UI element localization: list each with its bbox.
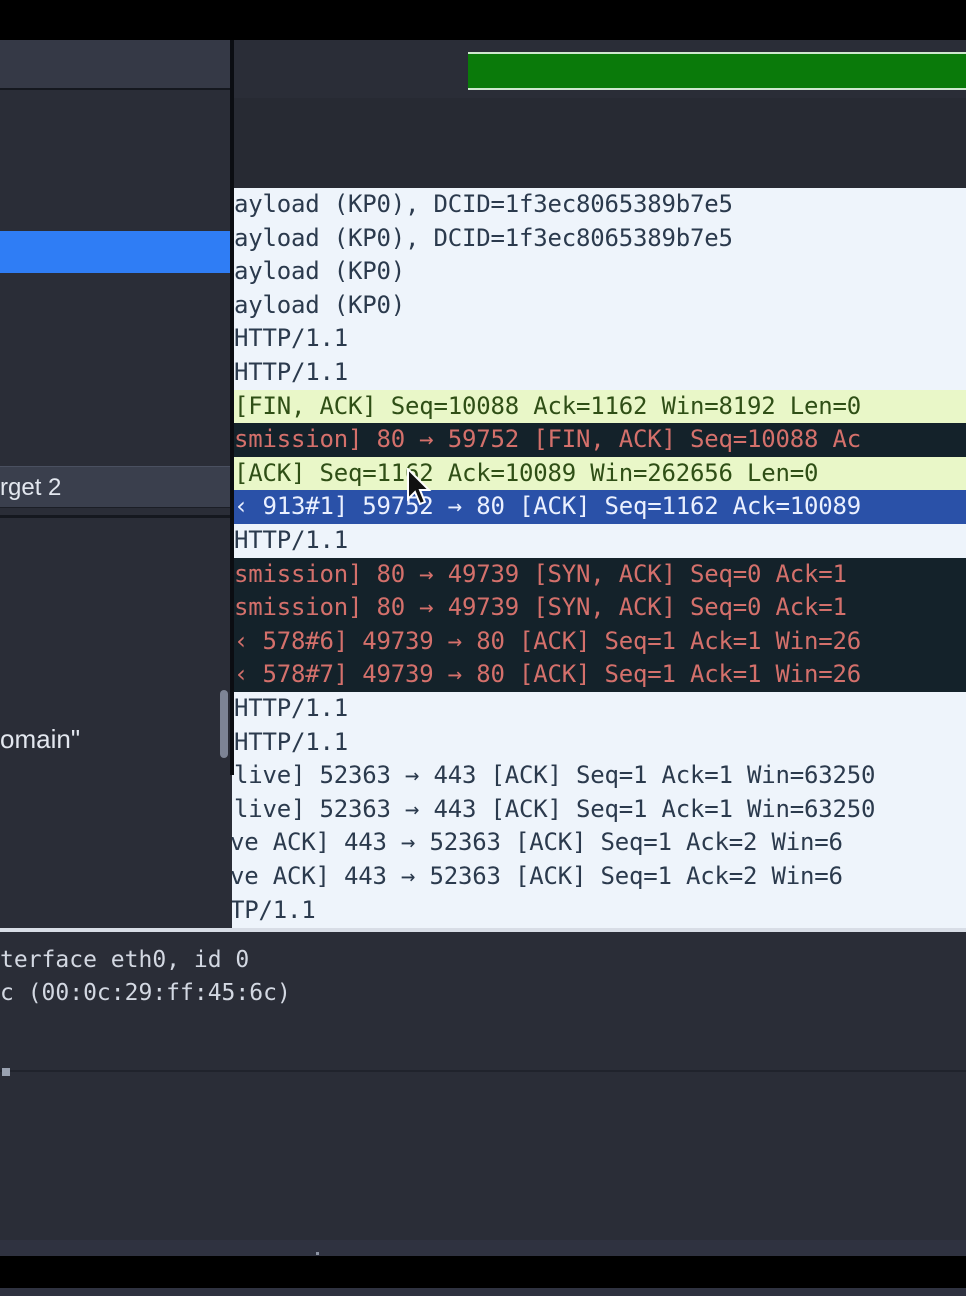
collapse-caret-icon[interactable] — [2, 1068, 10, 1076]
packet-row[interactable]: HTTP/1.1 — [232, 691, 966, 726]
column-header-row — [232, 152, 966, 182]
menu-item-0[interactable] — [0, 90, 232, 132]
packet-row[interactable]: HTTP/1.1 — [232, 523, 966, 558]
packet-list-column-headers[interactable] — [232, 98, 966, 189]
overlay-panel-header — [0, 40, 232, 90]
packet-row[interactable]: [FIN, ACK] Seq=10088 Ack=1162 Win=8192 L… — [232, 389, 966, 424]
packet-row[interactable]: ‹ 913#1] 59752 → 80 [ACK] Seq=1162 Ack=1… — [232, 490, 966, 524]
packet-row[interactable]: HTTP/1.1 — [232, 355, 966, 390]
menu-item-3[interactable] — [0, 231, 232, 273]
overlay-panel-right-edge — [230, 40, 234, 775]
menu-item-6[interactable] — [0, 372, 232, 414]
packet-row[interactable]: ayload (KP0) — [232, 255, 966, 289]
packet-row[interactable]: 79 M-SEARCH * HTTP/1.1 — [232, 893, 966, 928]
overlay-scrollbar-thumb[interactable] — [220, 690, 228, 758]
packet-row[interactable]: smission] 80 → 49739 [SYN, ACK] Seq=0 Ac… — [232, 557, 966, 592]
mouse-cursor — [406, 466, 432, 508]
packet-row[interactable]: smission] 80 → 49739 [SYN, ACK] Seq=0 Ac… — [232, 591, 966, 625]
app-root: ayload (KP0), DCID=1f3ec8065389b7e5 ayloa… — [0, 0, 966, 1296]
menu-item-5[interactable] — [0, 325, 232, 367]
packet-row[interactable]: ayload (KP0), DCID=1f3ec8065389b7e5 — [232, 188, 966, 222]
packet-detail-pane[interactable]: terface eth0, id 0 c (00:0c:29:ff:45:6c) — [0, 928, 966, 1068]
packet-row[interactable]: HTTP/1.1 — [232, 725, 966, 760]
menu-item-8[interactable]: rget 2 — [0, 466, 232, 508]
detail-row-interface[interactable]: terface eth0, id 0 — [0, 944, 966, 977]
detail-tree-caret — [0, 932, 966, 944]
top-black-band — [0, 0, 966, 40]
menu-item-4[interactable] — [0, 278, 232, 320]
menu-item-label: rget 2 — [0, 474, 62, 501]
packet-row[interactable]: 54 [TCP Keep-Alive ACK] 443 → 52363 [ACK… — [232, 860, 966, 894]
packet-bytes-pane[interactable] — [0, 1068, 966, 1240]
left-overlay-panel[interactable]: rget 2 omain" — [0, 40, 232, 775]
bottom-black-band — [0, 1256, 966, 1288]
menu-item-2[interactable] — [0, 184, 232, 226]
overlay-clipped-text: omain" — [0, 724, 81, 754]
packet-row[interactable]: live] 52363 → 443 [ACK] Seq=1 Ack=1 Win=… — [232, 792, 966, 827]
packet-row[interactable]: ‹ 578#6] 49739 → 80 [ACK] Seq=1 Ack=1 Wi… — [232, 624, 966, 659]
packet-row[interactable]: [ACK] Seq=1162 Ack=10089 Win=262656 Len=… — [232, 456, 966, 491]
menu-item-7[interactable] — [0, 419, 232, 461]
packet-row[interactable]: ayload (KP0), DCID=1f3ec8065389b7e5 — [232, 221, 966, 256]
detail-row-mac-address[interactable]: c (00:0c:29:ff:45:6c) — [0, 977, 966, 1010]
packet-row[interactable]: ‹ 578#7] 49739 → 80 [ACK] Seq=1 Ack=1 Wi… — [232, 658, 966, 692]
packet-row[interactable]: 60 [TCP Keep-Alive ACK] 443 → 52363 [ACK… — [232, 826, 966, 860]
overlay-panel-body[interactable]: omain" — [0, 515, 232, 775]
packet-row[interactable]: ayload (KP0) — [232, 288, 966, 323]
packet-row[interactable]: HTTP/1.1 — [232, 322, 966, 356]
filter-toolbar — [232, 40, 966, 98]
pane-divider[interactable] — [0, 1068, 966, 1076]
packet-row[interactable]: smission] 80 → 59752 [FIN, ACK] Seq=1008… — [232, 423, 966, 457]
packet-list[interactable]: ayload (KP0), DCID=1f3ec8065389b7e5 ayloa… — [232, 188, 966, 928]
display-filter-input[interactable] — [468, 52, 966, 90]
packet-row[interactable]: live] 52363 → 443 [ACK] Seq=1 Ack=1 Win=… — [232, 759, 966, 793]
menu-item-1[interactable] — [0, 137, 232, 179]
